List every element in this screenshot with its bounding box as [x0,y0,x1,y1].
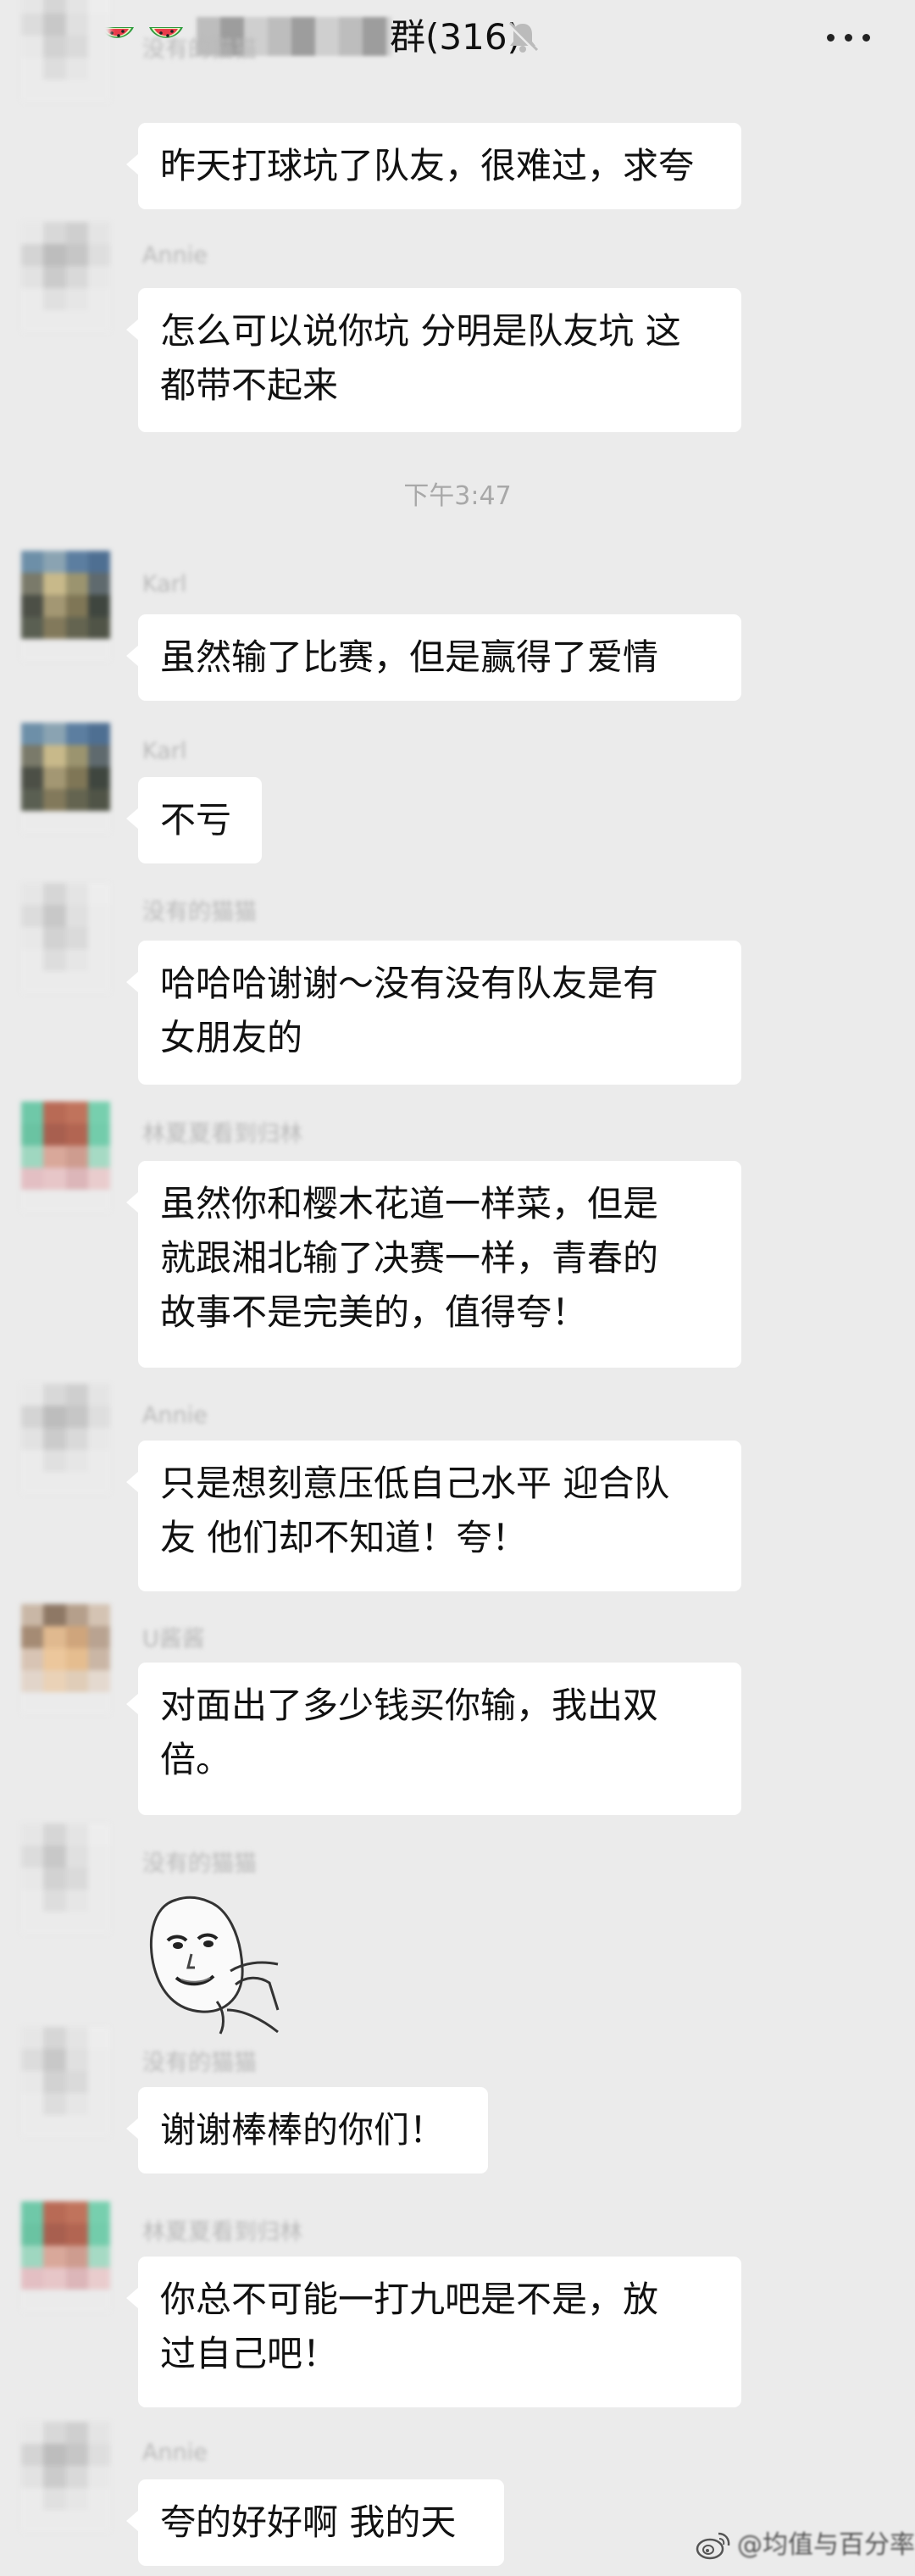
sender-name: 没有的猫猫 [142,36,257,63]
avatar[interactable] [21,222,110,332]
sender-name: Annie [142,1402,208,1429]
avatar[interactable] [21,2422,110,2532]
group-title[interactable]: 群(316) [390,12,521,63]
sender-name: Karl [142,738,187,764]
sender-name: Annie [142,242,208,269]
avatar[interactable] [21,551,110,661]
avatar[interactable] [21,883,110,993]
avatar[interactable] [21,1102,110,1212]
message-bubble[interactable]: 谢谢棒棒的你们！ [126,2087,488,2174]
sender-name: 林夏夏看到归林 [142,1121,302,1147]
chat-header: 群(316) [0,0,915,76]
message-bubble[interactable]: 哈哈哈谢谢～没有没有队友是有 女朋友的 [126,941,741,1085]
avatar[interactable] [21,1384,110,1494]
more-dots-icon[interactable] [824,20,874,54]
watermark: @均值与百分率 [695,2525,915,2566]
message-bubble[interactable]: 夸的好好啊 我的天 [126,2479,504,2566]
sender-name: 没有的猫猫 [142,1851,257,1877]
sender-name: Annie [142,2440,208,2466]
sender-name: 没有的猫猫 [142,899,257,925]
avatar[interactable] [21,1824,110,1934]
avatar[interactable] [21,2027,110,2137]
avatar[interactable] [21,2201,110,2312]
message-bubble[interactable]: 虽然输了比赛，但是赢得了爱情 [126,614,741,701]
bell-slash-icon [507,21,539,53]
sender-name: 林夏夏看到归林 [142,2219,302,2246]
weibo-icon [696,2532,730,2560]
message-bubble[interactable]: 只是想刻意压低自己水平 迎合队 友 他们却不知道！夸！ [126,1441,741,1591]
message-bubble[interactable]: 不亏 [126,777,262,863]
avatar[interactable] [21,723,110,833]
message-bubble[interactable]: 虽然你和樱木花道一样菜，但是 就跟湘北输了决赛一样，青春的 故事不是完美的，值得… [126,1161,741,1368]
time-divider: 下午3:47 [403,481,512,511]
message-bubble[interactable]: 你总不可能一打九吧是不是，放 过自己吧！ [126,2257,741,2407]
meme-face-sticker[interactable] [142,1883,286,2035]
sender-name: U酱酱 [142,1626,205,1652]
sender-name: Karl [142,571,187,597]
sender-name: 没有的猫猫 [142,2050,257,2076]
avatar[interactable] [21,0,110,102]
avatar[interactable] [21,1604,110,1714]
message-bubble[interactable]: 对面出了多少钱买你输，我出双 倍。 [126,1663,741,1815]
message-bubble[interactable]: 昨天打球坑了队友，很难过，求夸 [126,123,741,209]
message-bubble[interactable]: 怎么可以说你坑 分明是队友坑 这 都带不起来 [126,288,741,432]
watermark-text: @均值与百分率 [737,2530,915,2560]
